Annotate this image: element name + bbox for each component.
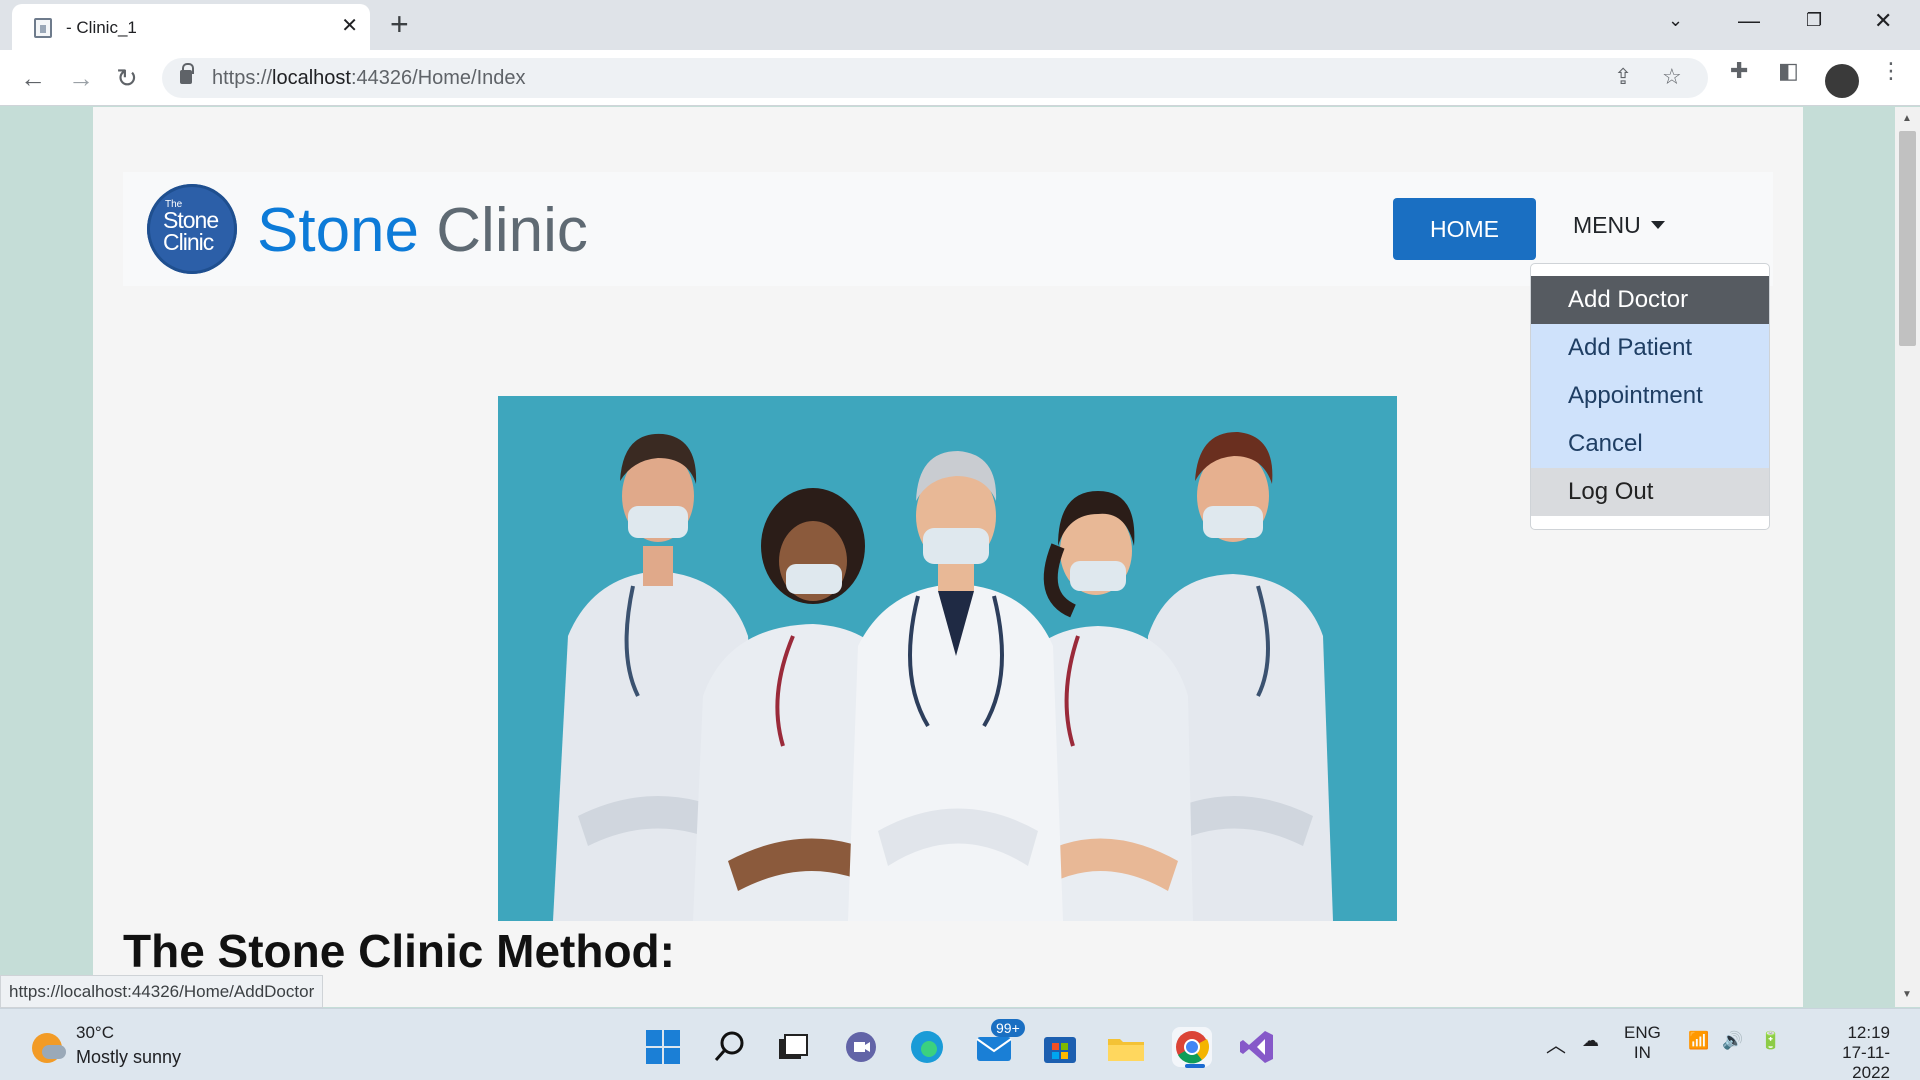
reload-icon[interactable]: ↻ (116, 60, 138, 96)
task-view-icon[interactable] (773, 1027, 813, 1067)
language-indicator[interactable]: ENG IN (1624, 1023, 1661, 1063)
weather-temperature[interactable]: 30°C (76, 1023, 114, 1043)
doctors-hero-image (498, 396, 1397, 921)
weather-condition[interactable]: Mostly sunny (76, 1047, 181, 1068)
menu-item-add-doctor[interactable]: Add Doctor (1531, 276, 1769, 324)
page-content: The Stone Clinic Stone Clinic HOME MENU … (93, 107, 1803, 1007)
start-windows-icon[interactable] (643, 1027, 683, 1067)
lock-icon[interactable] (180, 63, 194, 84)
onedrive-error-icon[interactable]: ☁ (1582, 1031, 1599, 1051)
bookmark-star-icon[interactable]: ☆ (1662, 64, 1682, 90)
menu-item-log-out[interactable]: Log Out (1531, 468, 1769, 516)
doctor-figure (848, 451, 1063, 921)
window-close-icon[interactable]: ✕ (1874, 8, 1892, 34)
clinic-logo[interactable]: The Stone Clinic (147, 184, 237, 274)
address-url[interactable]: https://localhost:44326/Home/Index (212, 67, 526, 90)
page-favicon-icon (34, 18, 52, 38)
back-arrow-icon[interactable]: ← (20, 60, 46, 96)
show-hidden-icons-chevron[interactable]: ︿ (1546, 1029, 1566, 1058)
share-icon[interactable]: ⇪ (1614, 64, 1632, 90)
minimize-icon[interactable]: — (1738, 8, 1760, 34)
close-tab-icon[interactable]: ✕ (341, 14, 358, 38)
menu-item-cancel[interactable]: Cancel (1531, 420, 1769, 468)
browser-tab[interactable]: - Clinic_1 ✕ (12, 4, 370, 50)
browser-menu-kebab-icon[interactable]: ⋮ (1880, 58, 1902, 84)
menu-dropdown: Add Doctor Add Patient Appointment Cance… (1530, 263, 1770, 530)
site-navbar: The Stone Clinic Stone Clinic HOME MENU (123, 172, 1773, 286)
side-panel-icon[interactable]: ◧ (1778, 58, 1799, 84)
battery-icon[interactable]: 🔋 (1760, 1031, 1781, 1051)
section-heading: The Stone Clinic Method: (123, 925, 675, 977)
menu-dropdown-toggle[interactable]: MENU (1573, 212, 1665, 239)
scroll-down-icon[interactable]: ▼ (1902, 989, 1912, 1000)
browser-tab-strip: - Clinic_1 ✕ + ⌄ — ❐ ✕ (0, 0, 1920, 50)
weather-sun-icon[interactable] (32, 1033, 66, 1063)
file-explorer-icon[interactable] (1106, 1027, 1146, 1067)
menu-item-appointment[interactable]: Appointment (1531, 372, 1769, 420)
scrollbar-thumb[interactable] (1899, 131, 1916, 346)
teams-chat-icon[interactable] (841, 1027, 881, 1067)
extensions-puzzle-icon[interactable]: ✚ (1730, 58, 1748, 84)
wifi-icon[interactable]: 📶 (1688, 1031, 1709, 1051)
web-viewport: The Stone Clinic Stone Clinic HOME MENU … (0, 107, 1920, 1007)
profile-avatar[interactable] (1825, 64, 1859, 98)
chrome-browser-icon[interactable] (1172, 1027, 1212, 1067)
mail-badge: 99+ (991, 1019, 1025, 1037)
forward-arrow-icon[interactable]: → (68, 60, 94, 96)
volume-icon[interactable]: 🔊 (1722, 1031, 1743, 1051)
restore-icon[interactable]: ❐ (1806, 10, 1822, 31)
link-status-bubble: https://localhost:44326/Home/AddDoctor (0, 975, 324, 1008)
search-icon[interactable] (710, 1027, 750, 1067)
menu-item-add-patient[interactable]: Add Patient (1531, 324, 1769, 372)
address-bar[interactable]: https://localhost:44326/Home/Index ⇪ ☆ (162, 58, 1708, 98)
doctors-illustration (553, 431, 1333, 921)
tab-title: - Clinic_1 (66, 18, 137, 37)
mail-icon[interactable]: 99+ (975, 1019, 1025, 1067)
browser-toolbar: ← → ↻ https://localhost:44326/Home/Index… (0, 50, 1920, 106)
windows-taskbar: 30°C Mostly sunny 99+ ︿ ☁ ENG IN 📶 🔊 🔋 12… (0, 1008, 1920, 1080)
scroll-up-icon[interactable]: ▲ (1902, 113, 1912, 124)
clock[interactable]: 12:19 17-11-2022 (1806, 1023, 1890, 1080)
edge-browser-icon[interactable] (907, 1027, 947, 1067)
active-app-indicator (1185, 1064, 1205, 1068)
page-scrollbar[interactable]: ▲ ▼ (1895, 107, 1920, 1007)
new-tab-icon[interactable]: + (390, 8, 409, 40)
brand-title[interactable]: Stone Clinic (257, 198, 588, 264)
store-icon[interactable] (1040, 1027, 1080, 1067)
tab-search-chevron-icon[interactable]: ⌄ (1668, 10, 1683, 31)
visual-studio-icon[interactable] (1237, 1027, 1277, 1067)
home-button[interactable]: HOME (1393, 198, 1536, 260)
caret-down-icon (1650, 221, 1665, 229)
